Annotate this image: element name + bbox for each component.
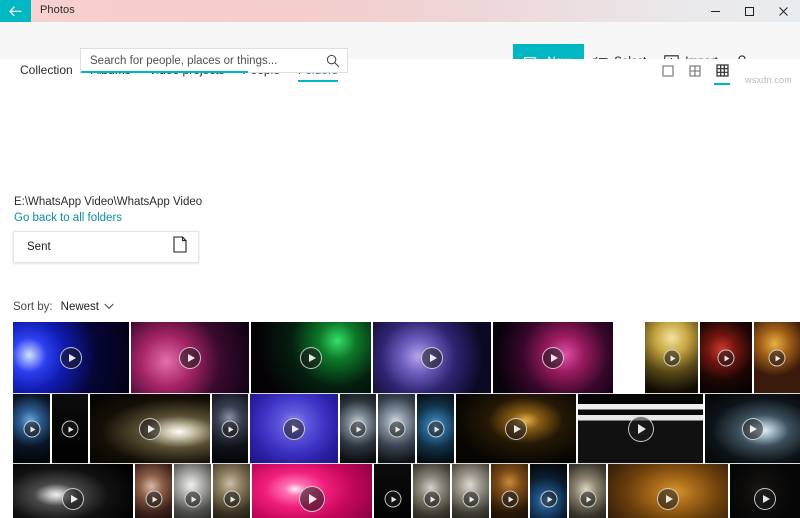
play-icon bbox=[179, 347, 201, 369]
play-icon bbox=[754, 488, 776, 510]
video-thumbnail[interactable] bbox=[455, 393, 577, 465]
video-thumbnail[interactable] bbox=[211, 393, 249, 465]
maximize-button[interactable] bbox=[732, 0, 766, 22]
play-icon bbox=[542, 347, 564, 369]
video-thumbnail[interactable] bbox=[490, 463, 529, 518]
play-icon bbox=[221, 420, 239, 438]
sort-dropdown[interactable]: Newest bbox=[58, 299, 117, 315]
close-button[interactable] bbox=[766, 0, 800, 22]
play-icon bbox=[62, 488, 84, 510]
video-thumbnail[interactable] bbox=[51, 393, 89, 465]
search-icon[interactable] bbox=[319, 54, 347, 68]
play-icon bbox=[61, 420, 79, 438]
video-thumbnail[interactable] bbox=[568, 463, 607, 518]
title-bar: Photos bbox=[0, 0, 800, 22]
video-thumbnail[interactable] bbox=[212, 463, 251, 518]
play-icon bbox=[657, 488, 679, 510]
play-icon bbox=[349, 420, 367, 438]
video-thumbnail[interactable] bbox=[251, 463, 373, 518]
video-thumbnail[interactable] bbox=[699, 321, 753, 395]
play-icon bbox=[423, 490, 440, 508]
play-icon bbox=[663, 349, 680, 367]
play-icon bbox=[283, 418, 305, 440]
play-icon bbox=[540, 490, 557, 508]
folder-icon bbox=[173, 236, 187, 258]
video-thumbnail[interactable] bbox=[492, 321, 614, 395]
play-icon bbox=[300, 347, 322, 369]
video-thumbnail[interactable] bbox=[451, 463, 490, 518]
video-thumbnail[interactable] bbox=[339, 393, 377, 465]
play-icon bbox=[579, 490, 596, 508]
minimize-button[interactable] bbox=[698, 0, 732, 22]
video-thumbnail[interactable] bbox=[729, 463, 800, 518]
play-icon bbox=[23, 420, 40, 438]
go-back-to-all-folders-link[interactable]: Go back to all folders bbox=[14, 212, 122, 224]
view-mode-group bbox=[658, 62, 732, 85]
video-thumbnail[interactable] bbox=[12, 321, 130, 395]
play-icon bbox=[388, 420, 405, 438]
watermark: wsxdn.com bbox=[745, 75, 792, 85]
play-icon bbox=[384, 490, 401, 508]
subfolder-card-sent[interactable]: Sent bbox=[13, 231, 199, 263]
large-tiles-view-button[interactable] bbox=[658, 62, 678, 83]
video-thumbnail[interactable] bbox=[373, 463, 412, 518]
play-icon bbox=[505, 418, 527, 440]
play-icon bbox=[223, 490, 240, 508]
play-icon bbox=[421, 347, 443, 369]
video-thumbnail[interactable] bbox=[577, 393, 704, 465]
video-thumbnail[interactable] bbox=[377, 393, 416, 465]
play-icon bbox=[427, 420, 444, 438]
play-icon bbox=[741, 418, 764, 440]
single-square-icon bbox=[662, 64, 674, 82]
small-tiles-view-button[interactable] bbox=[712, 62, 732, 85]
play-icon bbox=[299, 486, 325, 512]
sort-label: Sort by: bbox=[13, 301, 53, 313]
medium-tiles-view-button[interactable] bbox=[685, 62, 705, 83]
play-icon bbox=[145, 490, 162, 508]
play-icon bbox=[139, 418, 161, 440]
command-bar: Search for people, places or things... N… bbox=[0, 22, 800, 80]
search-placeholder: Search for people, places or things... bbox=[90, 54, 278, 67]
video-thumbnail[interactable] bbox=[173, 463, 212, 518]
play-icon bbox=[717, 349, 735, 367]
video-thumbnail[interactable] bbox=[372, 321, 492, 395]
back-arrow-icon bbox=[9, 5, 22, 17]
video-thumbnail[interactable] bbox=[416, 393, 455, 465]
back-button[interactable] bbox=[0, 0, 31, 22]
video-thumbnail[interactable] bbox=[12, 393, 51, 465]
sort-value-label: Newest bbox=[60, 301, 99, 313]
window-controls bbox=[698, 0, 800, 22]
video-thumbnail[interactable] bbox=[250, 321, 372, 395]
grid-2x2-icon bbox=[689, 64, 701, 82]
play-icon bbox=[184, 490, 201, 508]
play-icon bbox=[501, 490, 518, 508]
chevron-down-icon bbox=[104, 301, 114, 313]
play-icon bbox=[462, 490, 479, 508]
play-icon bbox=[768, 349, 786, 367]
search-input[interactable]: Search for people, places or things... bbox=[80, 48, 348, 73]
video-thumbnail[interactable] bbox=[529, 463, 568, 518]
sort-control: Sort by: Newest bbox=[13, 299, 117, 315]
video-thumbnail[interactable] bbox=[89, 393, 211, 465]
video-thumbnail[interactable] bbox=[249, 393, 339, 465]
breadcrumb: E:\WhatsApp Video\WhatsApp Video bbox=[14, 196, 203, 208]
app-title: Photos bbox=[40, 4, 75, 16]
video-thumbnail[interactable] bbox=[704, 393, 800, 465]
video-thumbnail[interactable] bbox=[607, 463, 729, 518]
grid-3x3-icon bbox=[715, 63, 729, 82]
video-thumbnail[interactable] bbox=[753, 321, 800, 395]
video-thumbnail[interactable] bbox=[134, 463, 173, 518]
video-thumbnail[interactable] bbox=[130, 321, 250, 395]
video-thumbnail[interactable] bbox=[644, 321, 699, 395]
play-icon bbox=[627, 416, 654, 442]
play-icon bbox=[60, 347, 82, 369]
video-thumbnail[interactable] bbox=[412, 463, 451, 518]
tab-collection[interactable]: Collection bbox=[11, 59, 82, 83]
subfolder-name: Sent bbox=[27, 241, 51, 253]
video-thumbnail[interactable] bbox=[12, 463, 134, 518]
